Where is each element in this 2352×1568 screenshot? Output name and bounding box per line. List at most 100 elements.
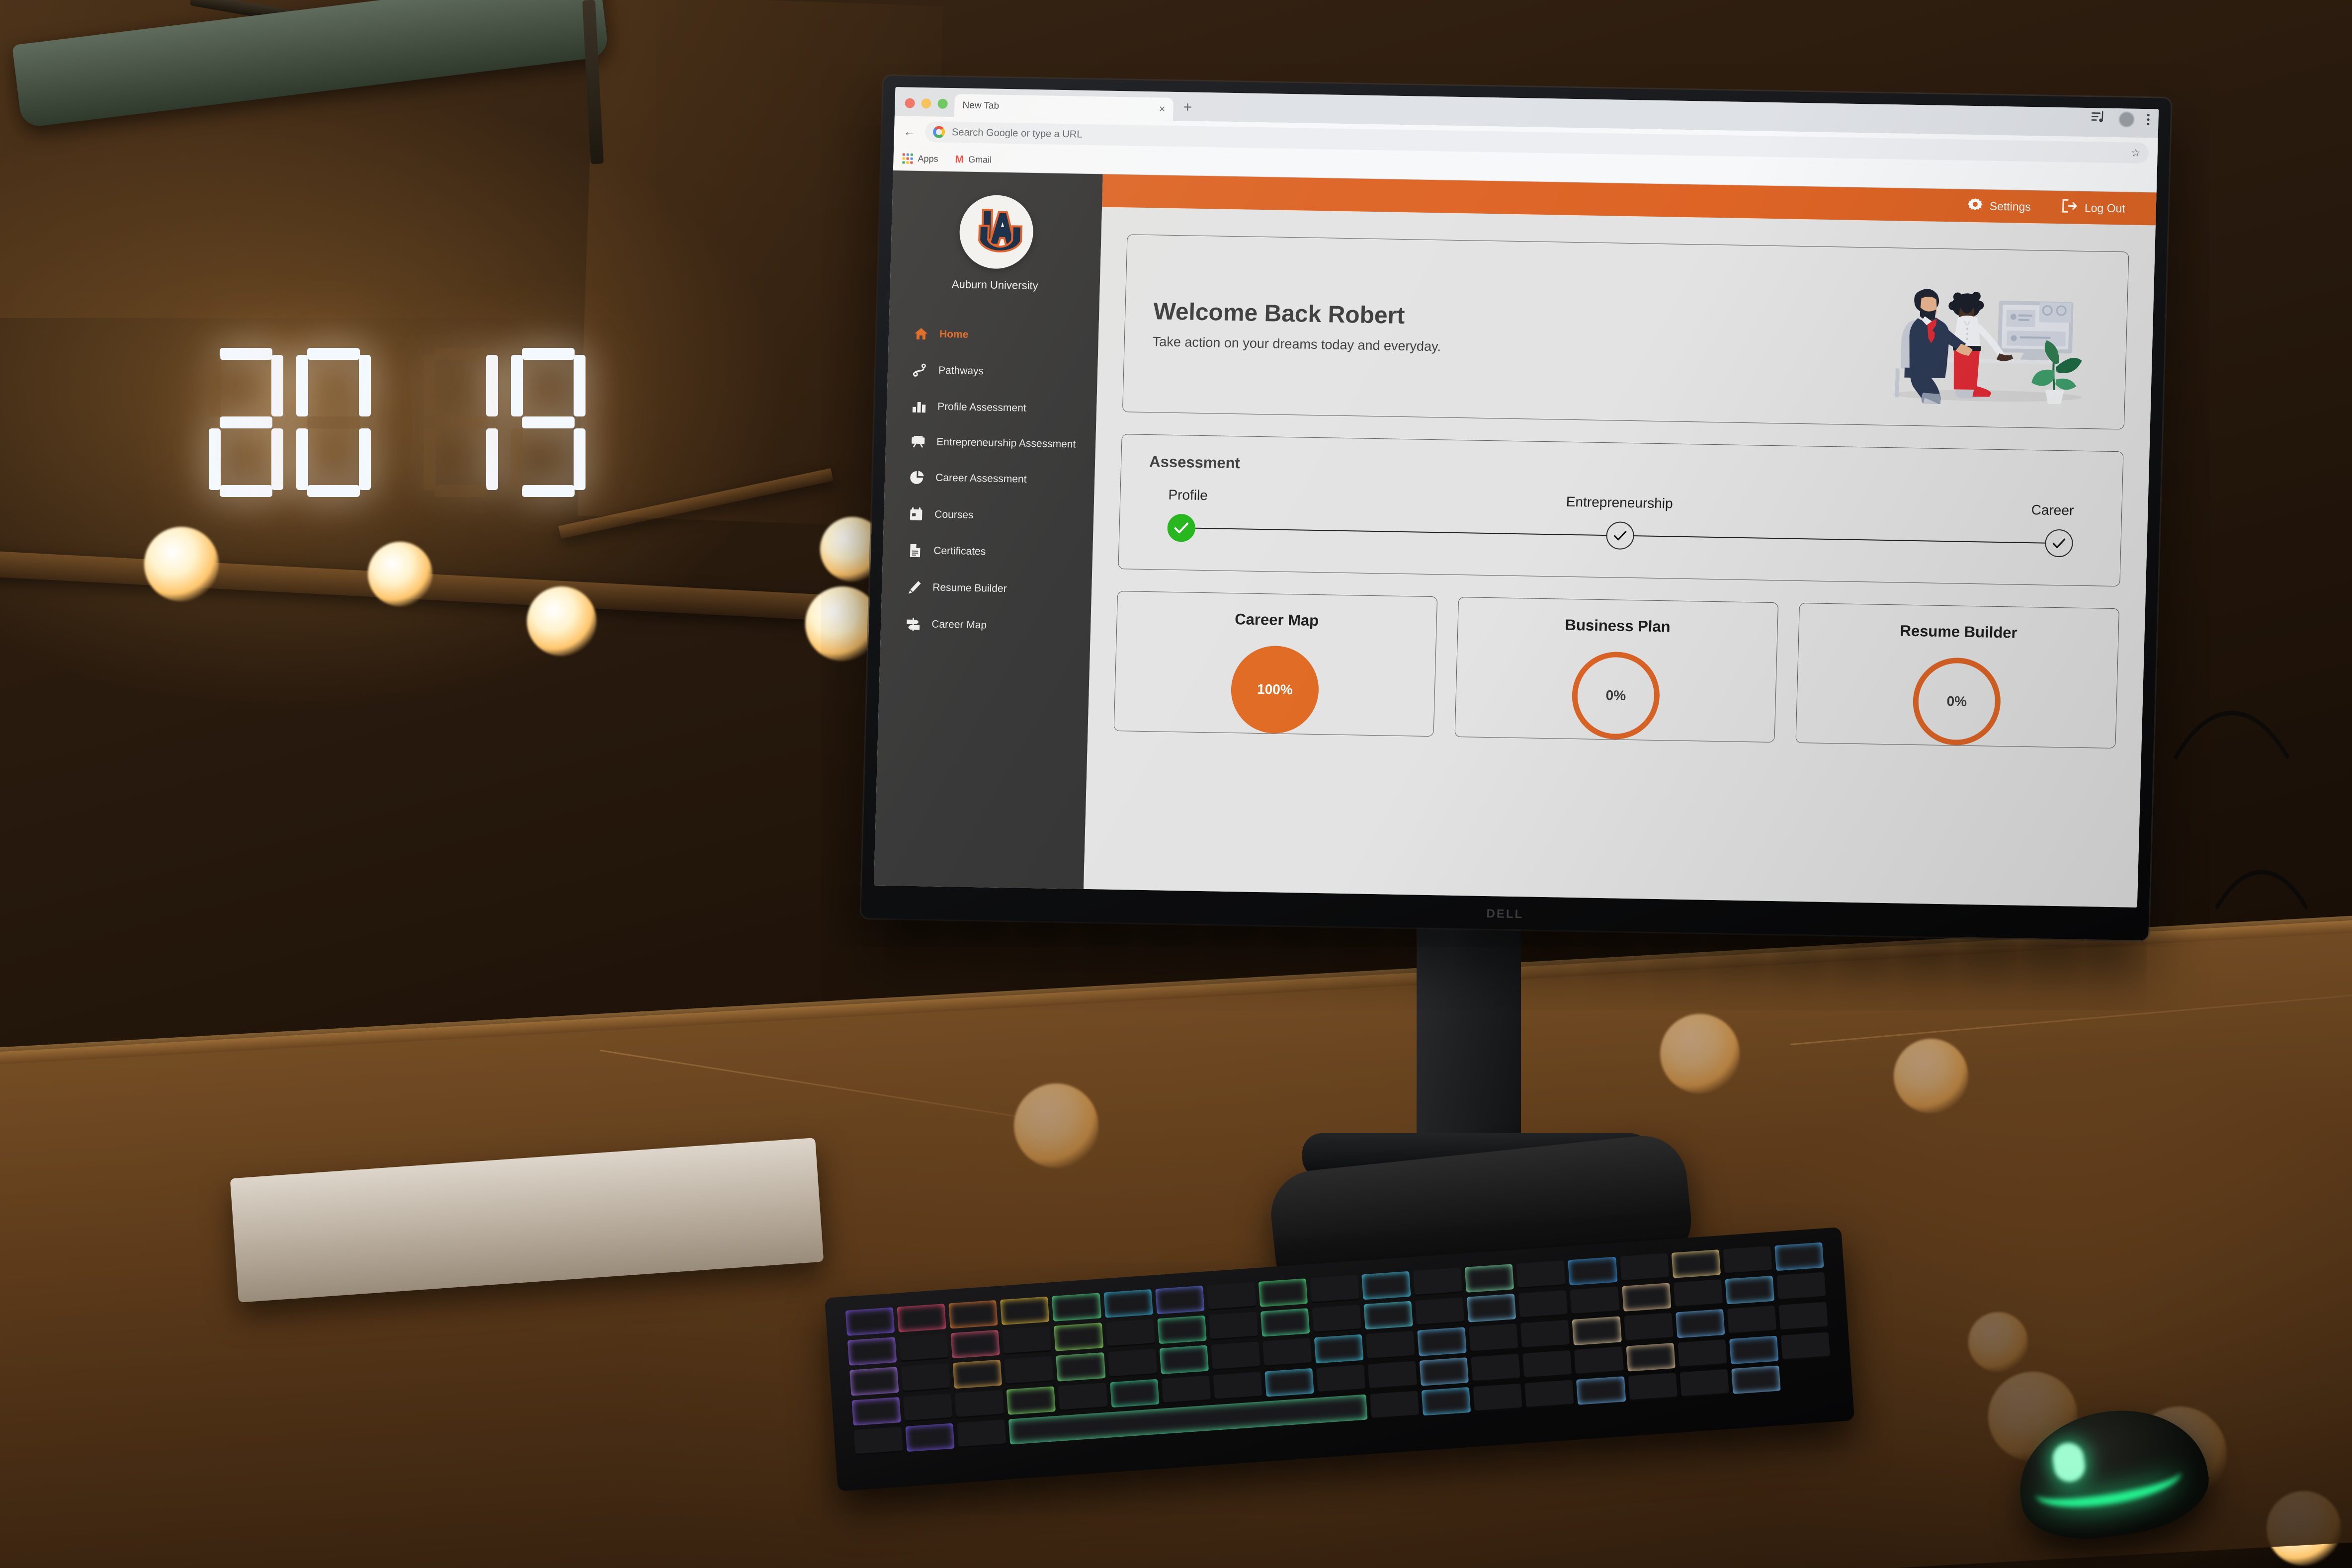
search-input[interactable]: Search Google or type a URL — [952, 127, 1083, 141]
led-wall-clock — [209, 348, 586, 497]
sidebar-item-career-assessment[interactable]: Career Assessment — [884, 459, 1095, 499]
logout-button[interactable]: Log Out — [2061, 199, 2125, 217]
progress-ring: 0% — [1912, 657, 2002, 746]
sidebar-item-home[interactable]: Home — [888, 316, 1099, 355]
sidebar-item-pathways[interactable]: Pathways — [887, 351, 1098, 392]
home-icon — [914, 328, 929, 341]
auburn-logo-icon — [958, 194, 1034, 269]
window-controls[interactable] — [901, 98, 955, 117]
progress-card-business-plan[interactable]: Business Plan 0% — [1454, 596, 1779, 743]
step-label-profile: Profile — [1168, 487, 1208, 503]
sidebar: Auburn University Home Pathways Profile … — [873, 170, 1103, 889]
sidebar-item-label: Career Map — [931, 618, 987, 631]
bookmark-apps-label: Apps — [918, 153, 938, 164]
pie-chart-icon — [910, 471, 925, 485]
assessment-stepper: Profile Entrepreneurship Career — [1147, 487, 2094, 558]
monitor-stand — [1417, 924, 1521, 1163]
step-track — [1167, 513, 2074, 558]
close-tab-icon[interactable]: × — [1159, 102, 1166, 115]
google-icon — [932, 126, 945, 138]
card-title: Business Plan — [1565, 616, 1671, 636]
assessment-panel: Assessment Profile Entrepreneurship Care… — [1118, 434, 2124, 587]
card-title: Career Map — [1234, 610, 1319, 630]
bar-chart-icon — [912, 400, 927, 413]
step-label-entrepreneurship: Entrepreneurship — [1566, 494, 1674, 511]
close-window-button[interactable] — [905, 98, 915, 108]
minimize-window-button[interactable] — [921, 98, 931, 109]
step-node-career[interactable] — [2044, 529, 2074, 558]
clock-digit — [511, 348, 586, 497]
step-label-career: Career — [2031, 502, 2074, 518]
pen-icon — [907, 580, 922, 595]
pathways-icon — [913, 363, 928, 378]
profile-avatar[interactable] — [2119, 111, 2135, 127]
presentation-icon — [911, 435, 926, 448]
maximize-window-button[interactable] — [937, 98, 948, 109]
sidebar-item-label: Entrepreneurship Assessment — [936, 436, 1076, 450]
check-icon — [1174, 522, 1188, 534]
welcome-subtitle: Take action on your dreams today and eve… — [1152, 334, 1441, 354]
sidebar-item-entrepreneurship-assessment[interactable]: Entrepreneurship Assessment — [885, 424, 1096, 462]
sidebar-nav: Home Pathways Profile Assessment Entrepr… — [880, 316, 1099, 646]
brand-block: Auburn University — [890, 193, 1102, 293]
fairy-light-bulb — [527, 586, 596, 656]
progress-card-resume-builder[interactable]: Resume Builder 0% — [1795, 602, 2119, 749]
clock-digit — [209, 348, 283, 497]
apps-grid-icon — [902, 153, 913, 164]
more-menu-icon[interactable] — [2147, 114, 2150, 126]
sidebar-item-label: Resume Builder — [932, 581, 1007, 595]
settings-button[interactable]: Settings — [1967, 197, 2031, 216]
signpost-icon — [906, 617, 921, 632]
bookmark-gmail[interactable]: M Gmail — [955, 154, 992, 166]
page-title: Welcome Back Robert — [1153, 298, 1406, 330]
monitor-screen: New Tab × + ← Search Google or type a UR… — [873, 87, 2159, 908]
browser-tab[interactable]: New Tab × — [954, 94, 1174, 121]
progress-ring: 100% — [1230, 645, 1320, 735]
gear-icon — [1967, 197, 1983, 215]
sidebar-item-label: Profile Assessment — [937, 401, 1026, 414]
sidebar-item-label: Career Assessment — [935, 472, 1027, 485]
fairy-light-bulb — [144, 527, 219, 601]
calendar-icon — [909, 507, 924, 521]
logout-icon — [2061, 199, 2078, 216]
sidebar-item-label: Pathways — [938, 364, 984, 377]
step-labels: Profile Entrepreneurship Career — [1168, 487, 2074, 519]
browser-toolbar-right — [2091, 111, 2150, 127]
gmail-icon: M — [955, 153, 964, 165]
assessment-title: Assessment — [1149, 453, 1241, 472]
sidebar-item-profile-assessment[interactable]: Profile Assessment — [886, 388, 1097, 427]
computer-monitor: DELL New Tab × + ← Search Google or type… — [861, 76, 2171, 941]
sidebar-item-certificates[interactable]: Certificates — [882, 532, 1093, 572]
web-application: Auburn University Home Pathways Profile … — [873, 170, 2157, 908]
main-content: Settings Log Out Welcome Back Robert Tak… — [1083, 174, 2157, 908]
card-title: Resume Builder — [1900, 622, 2018, 642]
progress-cards: Career Map 100% Business Plan 0% Resume … — [1113, 591, 2119, 749]
sidebar-item-label: Certificates — [933, 545, 986, 558]
brand-name: Auburn University — [951, 278, 1038, 292]
bookmark-star-icon[interactable]: ☆ — [2131, 147, 2141, 160]
settings-label: Settings — [1989, 199, 2031, 213]
media-playlist-icon[interactable] — [2091, 111, 2106, 127]
fairy-light-bulb — [368, 542, 432, 606]
step-nodes — [1167, 513, 2074, 558]
dashboard-page: Welcome Back Robert Take action on your … — [1084, 207, 2156, 907]
bookmark-gmail-label: Gmail — [968, 154, 992, 165]
check-icon — [1614, 531, 1627, 541]
document-icon — [908, 544, 923, 558]
welcome-banner: Welcome Back Robert Take action on your … — [1122, 234, 2129, 430]
bookmark-apps[interactable]: Apps — [902, 153, 938, 164]
sidebar-item-courses[interactable]: Courses — [883, 495, 1094, 535]
sidebar-item-resume-builder[interactable]: Resume Builder — [881, 569, 1092, 609]
step-node-profile[interactable] — [1167, 513, 1196, 542]
power-cable — [2177, 870, 2346, 1317]
step-node-entrepreneurship[interactable] — [1605, 521, 1635, 550]
monitor-brand-label: DELL — [1486, 907, 1524, 921]
back-button[interactable]: ← — [903, 124, 917, 139]
sidebar-item-label: Home — [939, 328, 969, 340]
sidebar-item-career-map[interactable]: Career Map — [880, 605, 1091, 646]
progress-card-career-map[interactable]: Career Map 100% — [1113, 591, 1438, 737]
new-tab-icon[interactable]: + — [1183, 99, 1192, 115]
clock-digit — [423, 348, 498, 497]
welcome-illustration — [1863, 269, 2100, 417]
logout-label: Log Out — [2084, 201, 2126, 215]
